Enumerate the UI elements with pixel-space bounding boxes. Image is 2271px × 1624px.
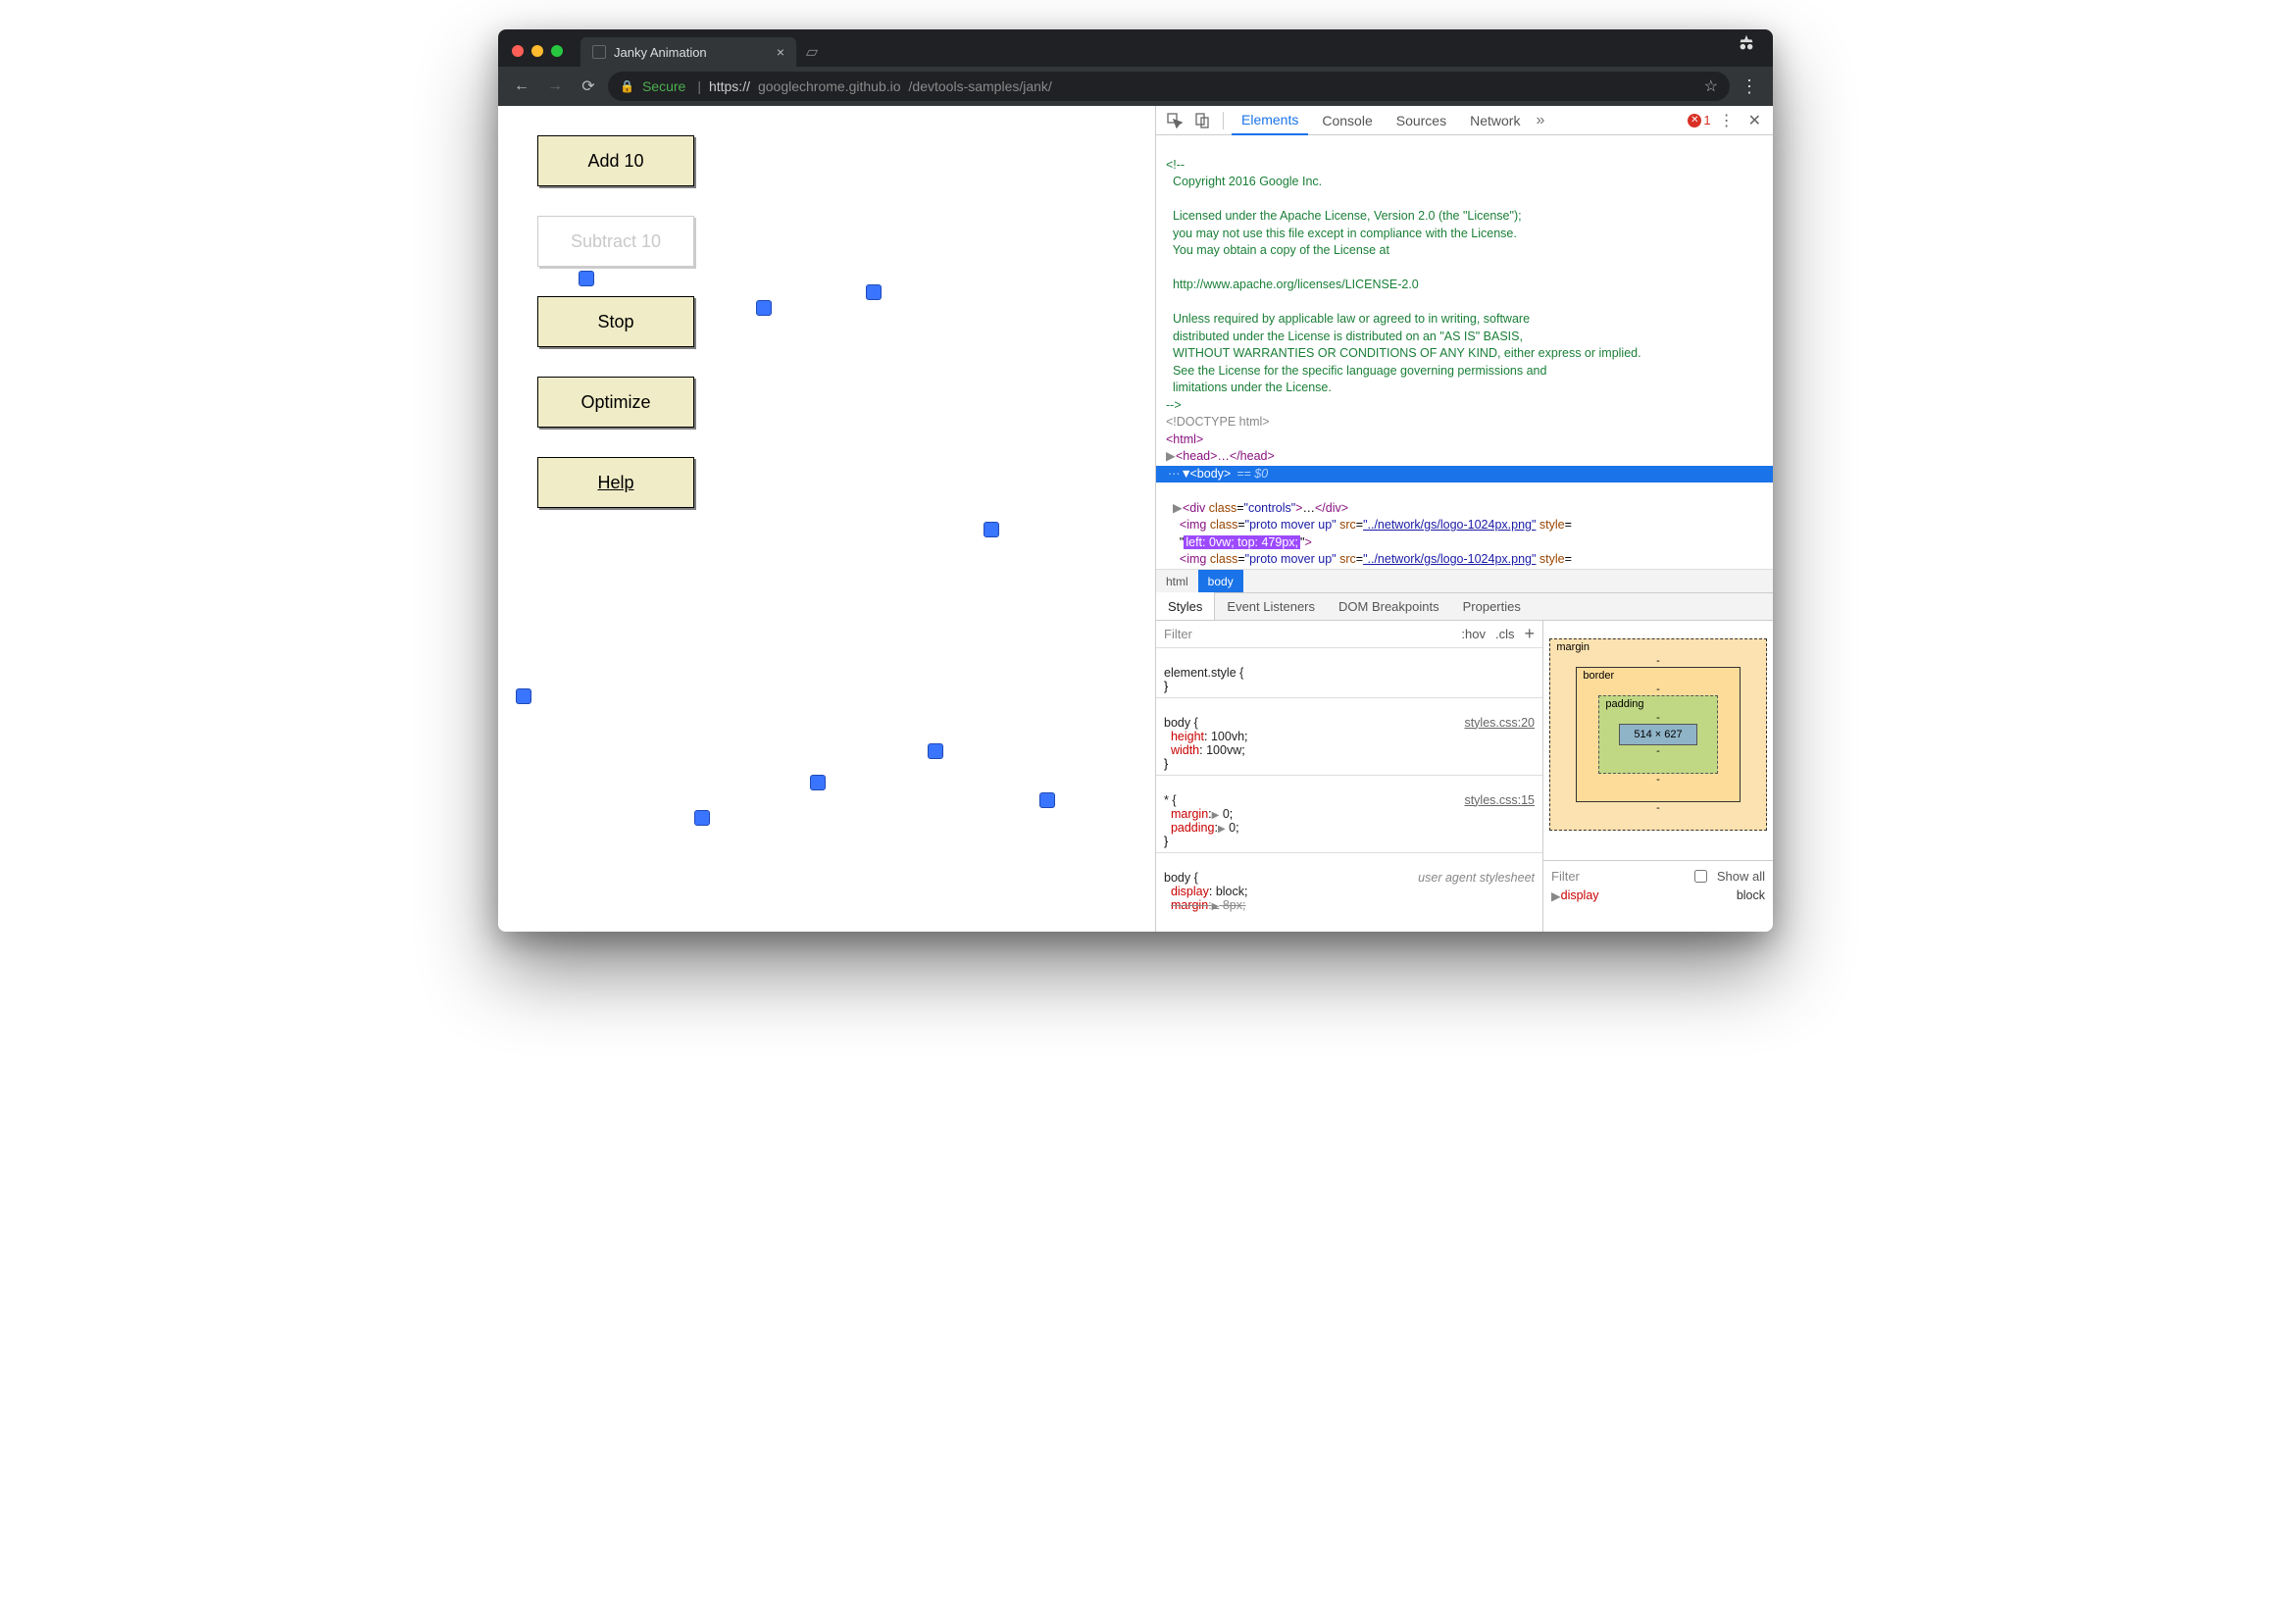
maximize-window-icon[interactable]	[551, 45, 563, 57]
styles-pane: Filter :hov .cls + element.style { } bod…	[1156, 621, 1542, 933]
close-window-icon[interactable]	[512, 45, 524, 57]
incognito-icon	[1736, 32, 1757, 59]
tab-sources[interactable]: Sources	[1387, 106, 1456, 135]
styles-filter-input[interactable]: Filter	[1164, 627, 1192, 641]
styles-subtabs: Styles Event Listeners DOM Breakpoints P…	[1156, 593, 1773, 621]
computed-filter-input[interactable]: Filter	[1551, 869, 1580, 884]
secure-label: Secure	[642, 78, 685, 94]
breadcrumb: html body	[1156, 569, 1773, 592]
mover-icon	[756, 300, 772, 316]
browser-window: Janky Animation × ▱ ← → ⟳ 🔒 Secure | htt…	[498, 29, 1773, 932]
computed-pane: Filter Show all ▶ displayblock	[1543, 860, 1773, 907]
close-tab-icon[interactable]: ×	[777, 44, 784, 60]
hov-toggle[interactable]: :hov	[1461, 627, 1486, 641]
mover-icon	[516, 688, 531, 704]
box-model-content: 514 × 627	[1619, 724, 1696, 745]
browser-menu-icon[interactable]: ⋮	[1736, 73, 1763, 100]
address-bar[interactable]: 🔒 Secure | https://googlechrome.github.i…	[608, 72, 1730, 101]
optimize-button[interactable]: Optimize	[537, 377, 694, 428]
controls-panel: Add 10 Subtract 10 Stop Optimize Help	[537, 135, 694, 508]
url-bar: ← → ⟳ 🔒 Secure | https://googlechrome.gi…	[498, 67, 1773, 106]
inspect-icon[interactable]	[1162, 108, 1187, 133]
devtools-menu-icon[interactable]: ⋮	[1719, 111, 1735, 130]
show-all-checkbox[interactable]	[1694, 870, 1707, 883]
subtab-styles[interactable]: Styles	[1156, 592, 1215, 620]
new-tab-button[interactable]: ▱	[800, 40, 824, 64]
tab-console[interactable]: Console	[1312, 106, 1382, 135]
css-rules[interactable]: element.style { } body {styles.css:20 he…	[1156, 648, 1542, 930]
devtools-close-icon[interactable]: ✕	[1742, 111, 1767, 130]
mover-icon	[579, 271, 594, 286]
comment-block: <!-- Copyright 2016 Google Inc. Licensed…	[1166, 158, 1641, 412]
elements-tree[interactable]: <!-- Copyright 2016 Google Inc. Licensed…	[1156, 135, 1773, 593]
selected-body-row[interactable]: ⋯▼<body>== $0	[1156, 466, 1773, 483]
new-rule-icon[interactable]: +	[1524, 624, 1535, 644]
doctype: <!DOCTYPE html>	[1166, 415, 1270, 429]
page-viewport: Add 10 Subtract 10 Stop Optimize Help	[498, 106, 1155, 932]
computed-row[interactable]: ▶ displayblock	[1551, 888, 1765, 903]
stop-button[interactable]: Stop	[537, 296, 694, 347]
devtools-panel: Elements Console Sources Network » ✕1 ⋮ …	[1155, 106, 1773, 932]
help-button[interactable]: Help	[537, 457, 694, 508]
box-model[interactable]: margin- border- padding- 514 × 627 - - -	[1543, 621, 1773, 860]
mover-icon	[1039, 792, 1055, 808]
reload-button[interactable]: ⟳	[575, 73, 602, 100]
crumb-html[interactable]: html	[1156, 570, 1198, 592]
subtract-button[interactable]: Subtract 10	[537, 216, 694, 267]
window-controls	[498, 45, 577, 67]
tab-title: Janky Animation	[614, 45, 707, 60]
error-badge[interactable]: ✕1	[1688, 113, 1710, 127]
tab-network[interactable]: Network	[1460, 106, 1530, 135]
forward-button[interactable]: →	[541, 73, 569, 100]
cls-toggle[interactable]: .cls	[1495, 627, 1515, 641]
browser-tab[interactable]: Janky Animation ×	[580, 37, 796, 67]
mover-icon	[866, 284, 882, 300]
page-icon	[592, 45, 606, 59]
styles-sidebar: margin- border- padding- 514 × 627 - - -	[1542, 621, 1773, 933]
more-tabs-icon[interactable]: »	[1536, 112, 1544, 129]
html-tag[interactable]: <html>	[1166, 432, 1203, 446]
url-prefix: https://	[709, 78, 750, 94]
subtab-dom-breakpoints[interactable]: DOM Breakpoints	[1327, 592, 1451, 620]
tab-elements[interactable]: Elements	[1232, 106, 1308, 135]
titlebar: Janky Animation × ▱	[498, 29, 1773, 67]
back-button[interactable]: ←	[508, 73, 535, 100]
devtools-toolbar: Elements Console Sources Network » ✕1 ⋮ …	[1156, 106, 1773, 135]
mover-icon	[984, 522, 999, 537]
source-link[interactable]: styles.css:15	[1464, 793, 1535, 807]
head-tag[interactable]: <head>…</head>	[1176, 449, 1275, 463]
source-link[interactable]: styles.css:20	[1464, 716, 1535, 730]
mover-icon	[928, 743, 943, 759]
bookmark-icon[interactable]: ☆	[1704, 76, 1718, 96]
subtab-listeners[interactable]: Event Listeners	[1215, 592, 1327, 620]
device-icon[interactable]	[1189, 108, 1215, 133]
url-host: googlechrome.github.io	[758, 78, 901, 94]
url-path: /devtools-samples/jank/	[909, 78, 1052, 94]
lock-icon: 🔒	[620, 79, 634, 93]
add-button[interactable]: Add 10	[537, 135, 694, 186]
devtools-tabs: Elements Console Sources Network	[1232, 106, 1530, 135]
crumb-body[interactable]: body	[1198, 570, 1243, 592]
minimize-window-icon[interactable]	[531, 45, 543, 57]
mover-icon	[810, 775, 826, 790]
mover-icon	[694, 810, 710, 826]
user-agent-label: user agent stylesheet	[1418, 871, 1535, 885]
subtab-properties[interactable]: Properties	[1451, 592, 1533, 620]
